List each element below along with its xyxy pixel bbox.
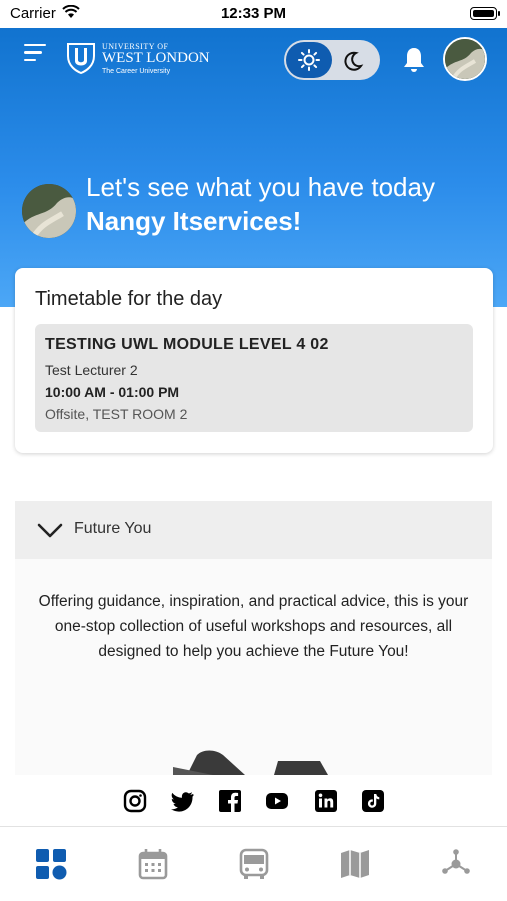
bottom-tab-bar [0, 826, 507, 901]
theme-toggle[interactable] [284, 40, 380, 80]
future-you-accordion-header[interactable]: Future You [15, 501, 492, 559]
shield-logo-icon [67, 43, 95, 74]
chevron-down-icon [37, 523, 63, 538]
instagram-icon[interactable] [123, 789, 147, 813]
future-you-description: Offering guidance, inspiration, and prac… [38, 593, 469, 660]
dashboard-icon[interactable] [34, 847, 68, 881]
sun-icon [298, 49, 320, 71]
future-you-content: Offering guidance, inspiration, and prac… [15, 559, 492, 775]
map-icon[interactable] [338, 847, 372, 881]
timetable-card: Timetable for the day TESTING UWL MODULE… [15, 268, 493, 453]
timetable-title: Timetable for the day [35, 288, 223, 310]
social-links [0, 775, 507, 825]
menu-icon[interactable] [24, 44, 48, 64]
event-module: TESTING UWL MODULE LEVEL 4 02 [45, 336, 329, 353]
notification-bell-icon[interactable] [402, 46, 426, 74]
decorative-illustration [173, 750, 245, 775]
event-location: Offsite, TEST ROOM 2 [45, 406, 188, 422]
user-name: Nangy Itservices! [86, 206, 302, 236]
moon-icon[interactable] [342, 50, 364, 72]
status-bar: Carrier 12:33 PM [0, 0, 507, 28]
clock: 12:33 PM [220, 5, 287, 22]
network-icon[interactable] [439, 847, 473, 881]
calendar-icon[interactable] [136, 847, 170, 881]
decorative-illustration-2 [274, 761, 328, 775]
tiktok-icon[interactable] [361, 789, 385, 813]
profile-avatar[interactable] [443, 37, 487, 81]
twitter-icon[interactable] [170, 789, 194, 813]
logo-line2: WEST LONDON [102, 50, 210, 66]
event-time: 10:00 AM - 01:00 PM [45, 384, 180, 400]
university-logo: UNIVERSITY OF WEST LONDON The Career Uni… [66, 40, 216, 82]
light-mode-button[interactable] [286, 42, 332, 78]
greeting-avatar [22, 184, 76, 238]
logo-tagline: The Career University [102, 68, 171, 75]
accordion-label: Future You [74, 520, 152, 537]
linkedin-icon[interactable] [314, 789, 338, 813]
event-lecturer: Test Lecturer 2 [45, 362, 138, 378]
battery-icon [470, 7, 500, 20]
timetable-event[interactable]: TESTING UWL MODULE LEVEL 4 02 Test Lectu… [35, 324, 473, 432]
facebook-icon[interactable] [218, 789, 242, 813]
greeting-text: Let's see what you have today [86, 172, 435, 202]
youtube-icon[interactable] [265, 789, 289, 813]
bus-icon[interactable] [237, 847, 271, 881]
